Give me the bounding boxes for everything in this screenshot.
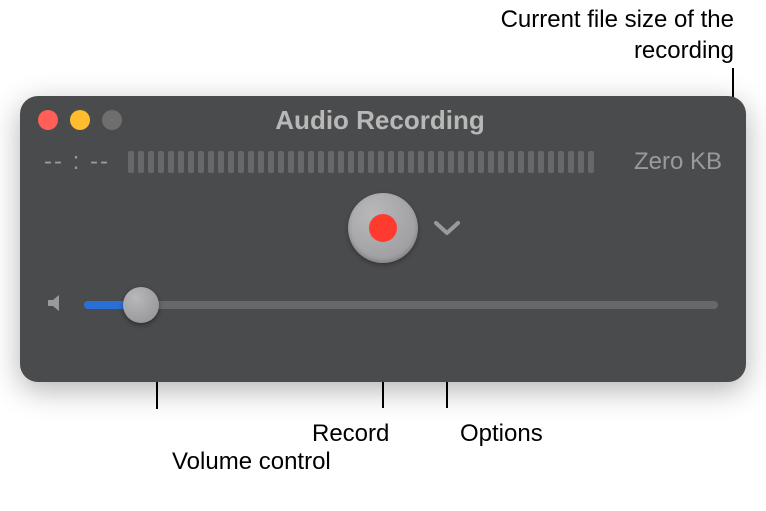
level-bar (188, 151, 194, 173)
record-icon (369, 214, 397, 242)
window-title: Audio Recording (32, 105, 728, 136)
level-bar (528, 151, 534, 173)
level-bar (128, 151, 134, 173)
record-button[interactable] (348, 193, 418, 263)
level-bar (408, 151, 414, 173)
level-bar (138, 151, 144, 173)
level-bar (428, 151, 434, 173)
level-bar (508, 151, 514, 173)
file-size-display: Zero KB (634, 148, 722, 176)
level-bar (538, 151, 544, 173)
level-bar (168, 151, 174, 173)
level-bar (468, 151, 474, 173)
level-bar (318, 151, 324, 173)
volume-slider[interactable] (84, 287, 718, 323)
level-bar (418, 151, 424, 173)
callout-record: Record (312, 418, 389, 449)
audio-recording-window: Audio Recording -- : -- Zero KB (20, 96, 746, 382)
level-bar (448, 151, 454, 173)
level-bar (378, 151, 384, 173)
level-bar (568, 151, 574, 173)
level-bar (308, 151, 314, 173)
titlebar: Audio Recording (20, 96, 746, 144)
slider-rail (84, 301, 718, 309)
level-bar (498, 151, 504, 173)
level-bar (288, 151, 294, 173)
info-row: -- : -- Zero KB (20, 144, 746, 180)
callout-volume: Volume control (172, 446, 331, 477)
level-bar (258, 151, 264, 173)
level-bar (358, 151, 364, 173)
level-bar (458, 151, 464, 173)
speaker-icon (44, 291, 68, 320)
time-display: -- : -- (44, 148, 110, 176)
level-bar (438, 151, 444, 173)
level-bar (548, 151, 554, 173)
level-bar (558, 151, 564, 173)
level-bar (158, 151, 164, 173)
level-bar (368, 151, 374, 173)
level-bar (238, 151, 244, 173)
level-bar (518, 151, 524, 173)
level-bar (278, 151, 284, 173)
level-bar (578, 151, 584, 173)
callout-options: Options (460, 418, 543, 449)
level-bar (228, 151, 234, 173)
level-bar (198, 151, 204, 173)
level-bar (338, 151, 344, 173)
level-bar (398, 151, 404, 173)
level-meter (128, 150, 616, 174)
level-bar (478, 151, 484, 173)
level-bar (588, 151, 594, 173)
level-bar (248, 151, 254, 173)
callout-filesize: Current file size of the recording (454, 4, 734, 66)
level-bar (348, 151, 354, 173)
level-bar (218, 151, 224, 173)
level-bar (298, 151, 304, 173)
chevron-down-icon (433, 219, 461, 237)
slider-thumb[interactable] (123, 287, 159, 323)
level-bar (268, 151, 274, 173)
level-bar (148, 151, 154, 173)
volume-row (20, 275, 746, 335)
level-bar (178, 151, 184, 173)
options-dropdown[interactable] (433, 219, 461, 237)
level-bar (208, 151, 214, 173)
level-bar (488, 151, 494, 173)
level-bar (328, 151, 334, 173)
controls-row (20, 180, 746, 275)
level-bar (388, 151, 394, 173)
